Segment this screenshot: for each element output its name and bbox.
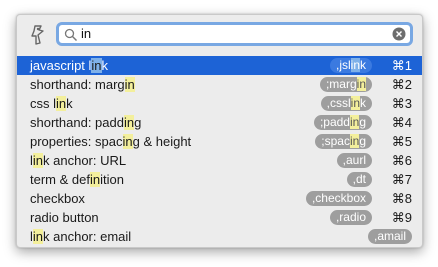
shortcut-label: ⌘6 (391, 153, 412, 168)
shortcut-label: ⌘1 (391, 58, 412, 73)
shortcut-label: ⌘3 (391, 96, 412, 111)
snippet-name: javascript link (30, 58, 109, 73)
search-input[interactable] (81, 25, 371, 43)
snippet-name: properties: spacing & height (30, 134, 192, 149)
list-item[interactable]: css link ,csslink ⌘3 (17, 94, 422, 113)
search-field[interactable] (56, 22, 413, 46)
tag-logo-icon (27, 23, 49, 47)
abbreviation-badge: ;margin (319, 77, 372, 92)
abbreviation-badge: ,aurl (336, 153, 372, 168)
abbreviation-badge: ;spacing (315, 134, 372, 149)
snippet-name: term & definition (30, 172, 124, 187)
list-item[interactable]: properties: spacing & height ;spacing ⌘5 (17, 132, 422, 151)
shortcut-label: ⌘9 (391, 210, 412, 225)
snippet-name: link anchor: email (30, 229, 132, 244)
list-item[interactable]: shorthand: padding ;padding ⌘4 (17, 113, 422, 132)
list-item[interactable]: link anchor: email ,amail (17, 227, 422, 246)
list-item[interactable]: link anchor: URL ,aurl ⌘6 (17, 151, 422, 170)
abbreviation-badge: ,checkbox (305, 191, 372, 206)
abbreviation-badge: ;padding (313, 115, 372, 130)
shortcut-label: ⌘2 (391, 77, 412, 92)
clear-icon[interactable] (392, 27, 406, 41)
snippet-name: css link (30, 96, 73, 111)
search-bar-area (17, 15, 422, 55)
snippet-name: radio button (30, 210, 99, 225)
results-list: javascript link ,jslink ⌘1 shorthand: ma… (17, 56, 422, 246)
abbreviation-badge: ,amail (367, 229, 412, 244)
shortcut-label: ⌘7 (391, 172, 412, 187)
snippet-name: checkbox (30, 191, 85, 206)
snippet-name: shorthand: margin (30, 77, 135, 92)
shortcut-label: ⌘5 (391, 134, 412, 149)
search-icon (64, 28, 78, 42)
abbreviation-badge: ,dt (346, 172, 372, 187)
shortcut-label: ⌘4 (391, 115, 412, 130)
abbreviation-badge: ,csslink (320, 96, 372, 111)
snippet-name: link anchor: URL (30, 153, 127, 168)
list-item[interactable]: term & definition ,dt ⌘7 (17, 170, 422, 189)
list-item[interactable]: javascript link ,jslink ⌘1 (17, 56, 422, 75)
snippet-name: shorthand: padding (30, 115, 142, 130)
list-item[interactable]: radio button ,radio ⌘9 (17, 208, 422, 227)
abbreviation-badge: ,jslink (329, 58, 372, 73)
list-item[interactable]: shorthand: margin ;margin ⌘2 (17, 75, 422, 94)
shortcut-label: ⌘8 (391, 191, 412, 206)
snippet-popup: javascript link ,jslink ⌘1 shorthand: ma… (16, 14, 423, 248)
abbreviation-badge: ,radio (329, 210, 372, 225)
list-item[interactable]: checkbox ,checkbox ⌘8 (17, 189, 422, 208)
